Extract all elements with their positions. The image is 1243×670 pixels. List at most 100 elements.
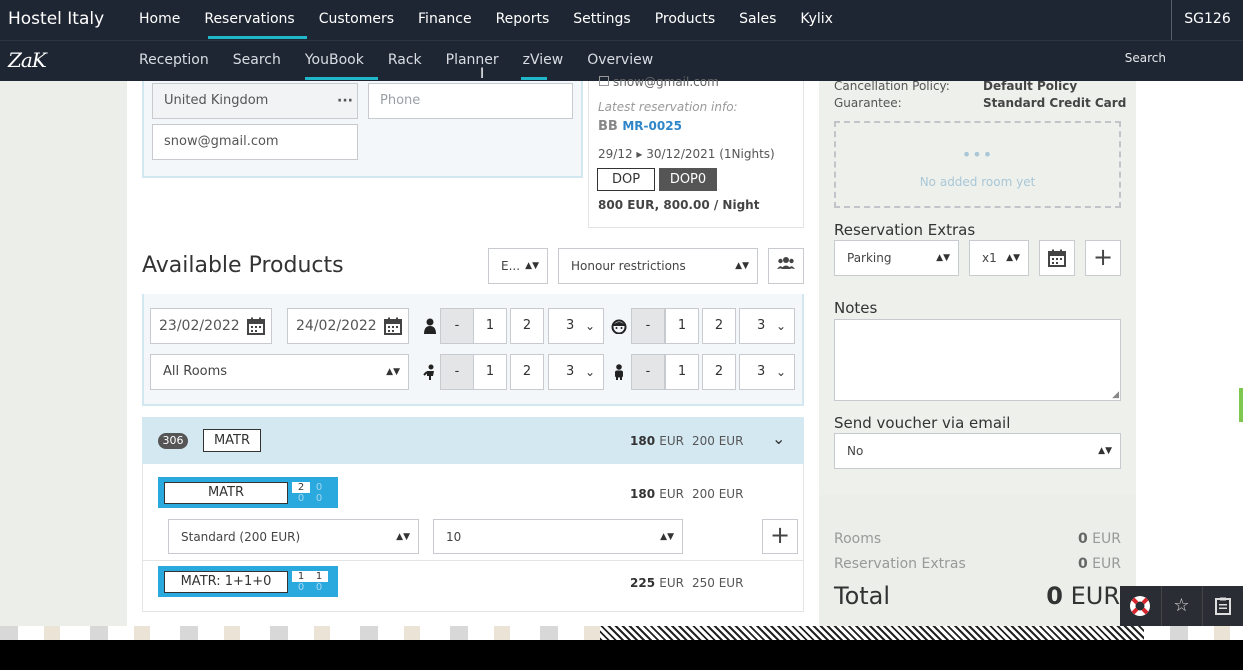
voucher-select[interactable]: No ▲▼ (834, 433, 1121, 469)
nav-reservations[interactable]: Reservations (192, 0, 308, 40)
calendar-icon[interactable] (384, 309, 402, 343)
infants-more-select[interactable]: 3 ⌄ (739, 354, 795, 390)
nav-kylix[interactable]: Kylix (788, 0, 845, 40)
email-input[interactable]: snow@gmail.com (152, 124, 358, 160)
seniors-2-button[interactable]: 2 (702, 308, 736, 344)
taskbar-strip (0, 626, 1243, 640)
date-from-value: 23/02/2022 (159, 318, 240, 334)
help-lifebuoy-icon[interactable] (1120, 586, 1160, 626)
subnav-search[interactable]: Search (221, 41, 293, 81)
property-name[interactable]: Hostel Italy (8, 9, 104, 29)
add-extra-button[interactable]: + (1085, 240, 1121, 276)
grand-total-label: Total (834, 582, 891, 610)
extra-item-value: Parking (847, 251, 892, 265)
nav-reports[interactable]: Reports (484, 0, 562, 40)
resize-grip-icon[interactable]: ◢ (1112, 390, 1119, 400)
phone-input[interactable]: Phone (368, 83, 573, 119)
senior-icon (611, 318, 627, 338)
more-dots-icon[interactable]: ··· (337, 84, 353, 118)
children-2-button[interactable]: 2 (510, 354, 544, 390)
children-1-button[interactable]: 1 (473, 354, 507, 390)
nav-home[interactable]: Home (127, 0, 192, 40)
nav-customers[interactable]: Customers (307, 0, 406, 40)
infants-2-button[interactable]: 2 (702, 354, 736, 390)
language-value: E... (501, 259, 521, 273)
nav-sales[interactable]: Sales (727, 0, 788, 40)
subnav-reception[interactable]: Reception (127, 41, 221, 81)
nav-products[interactable]: Products (643, 0, 727, 40)
infants-minus-button[interactable]: - (631, 354, 665, 390)
clipboard-icon[interactable] (1202, 586, 1242, 626)
rate-card-matr[interactable]: MATR 2 0 0 0 (158, 477, 338, 508)
rate-card-matr-110[interactable]: MATR: 1+1+0 1 1 0 0 (158, 566, 338, 597)
room-filter-select[interactable]: All Rooms ▲▼ (150, 354, 409, 390)
subnav-youbook[interactable]: YouBook (293, 41, 378, 81)
user-menu[interactable]: SG126 (1171, 0, 1243, 40)
subnav-planner[interactable]: Planner (434, 41, 511, 81)
extra-qty-select[interactable]: x1 ▲▼ (969, 240, 1029, 276)
notes-textarea[interactable]: ◢ (834, 319, 1121, 401)
availability-badge: 306 (158, 433, 188, 449)
totals-divider (819, 495, 1136, 505)
rooms-quantity-select[interactable]: 10 ▲▼ (433, 519, 683, 554)
restrictions-select[interactable]: Honour restrictions ▲▼ (558, 248, 758, 284)
side-handle[interactable] (1239, 388, 1243, 422)
rate-price-amount: 225 (630, 576, 656, 590)
reservation-price: 800 EUR, 800.00 / Night (598, 198, 760, 212)
plus-icon: + (1092, 243, 1114, 271)
room-type-header[interactable]: 306 MATR 180 EUR 200 EUR ⌄ (142, 417, 804, 464)
seniors-more-select[interactable]: 3 ⌄ (739, 308, 795, 344)
subnav-rack[interactable]: Rack (376, 41, 434, 81)
screen-bottom (0, 640, 1243, 670)
checkbox-icon[interactable] (599, 76, 609, 86)
global-search-link[interactable]: Search (1125, 51, 1166, 65)
select-arrows-icon: ▲▼ (396, 532, 410, 542)
tag-dop: DOP (597, 168, 655, 191)
nav-finance[interactable]: Finance (406, 0, 484, 40)
rooms-total-value: 0 EUR (1040, 531, 1121, 547)
occupancy-infants: 0 (315, 493, 323, 504)
seniors-1-button[interactable]: 1 (665, 308, 699, 344)
occupancy-children: 0 (297, 493, 305, 504)
adults-minus-button[interactable]: - (440, 308, 474, 344)
country-select[interactable]: United Kingdom ··· (152, 83, 358, 119)
add-room-button[interactable]: + (762, 519, 798, 554)
adult-icon (423, 318, 437, 338)
users-icon (777, 257, 795, 269)
rate-code: MATR: 1+1+0 (164, 571, 288, 593)
rate-plan-select[interactable]: Standard (200 EUR) ▲▼ (168, 519, 419, 554)
room-type-price: 180 EUR (630, 434, 684, 448)
seniors-minus-button[interactable]: - (631, 308, 665, 344)
date-from-input[interactable]: 23/02/2022 (150, 308, 272, 344)
extra-item-select[interactable]: Parking ▲▼ (834, 240, 959, 276)
children-minus-button[interactable]: - (440, 354, 474, 390)
extra-qty-value: x1 (982, 251, 997, 265)
date-to-input[interactable]: 24/02/2022 (287, 308, 409, 344)
phone-placeholder: Phone (380, 93, 421, 108)
taskbar-noise (600, 626, 1144, 640)
reservation-code-link[interactable]: MR-0025 (622, 119, 682, 133)
group-guests-button[interactable] (768, 248, 804, 284)
available-products-title: Available Products (142, 253, 344, 278)
select-arrows-icon: ▲▼ (660, 532, 674, 542)
star-icon[interactable]: ☆ (1161, 586, 1201, 626)
infants-1-button[interactable]: 1 (665, 354, 699, 390)
nav-settings[interactable]: Settings (561, 0, 642, 40)
children-more-select[interactable]: 3 ⌄ (548, 354, 604, 390)
extras-calendar-button[interactable] (1039, 240, 1075, 276)
zak-logo[interactable]: ZaK (8, 48, 47, 72)
rate-base-price: 200 EUR (692, 487, 744, 501)
board-code: BB (598, 119, 618, 134)
subnav-zview[interactable]: zView (511, 41, 576, 81)
adults-more-select[interactable]: 3 ⌄ (548, 308, 604, 344)
language-select[interactable]: E... ▲▼ (488, 248, 548, 284)
chevron-down-icon[interactable]: ⌄ (772, 429, 785, 448)
adults-1-button[interactable]: 1 (473, 308, 507, 344)
restrictions-value: Honour restrictions (571, 259, 686, 273)
calendar-icon[interactable] (247, 309, 265, 343)
email-value: snow@gmail.com (164, 134, 279, 149)
select-arrows-icon: ▲▼ (936, 253, 950, 263)
notes-title: Notes (834, 299, 878, 317)
adults-2-button[interactable]: 2 (510, 308, 544, 344)
chevron-down-icon: ⌄ (584, 365, 595, 379)
